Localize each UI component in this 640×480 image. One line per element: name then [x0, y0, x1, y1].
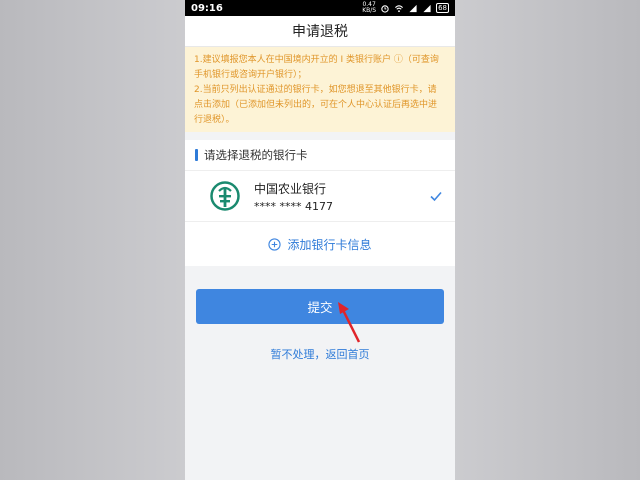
add-bank-card-button[interactable]: 添加银行卡信息 [185, 222, 455, 266]
bank-card-item[interactable]: 中国农业银行 **** **** 4177 [185, 171, 455, 222]
section-title-marker [195, 149, 198, 161]
section-title: 请选择退税的银行卡 [185, 140, 455, 171]
notice-box: 1.建议填报您本人在中国境内开立的 I 类银行账户 ⓘ（可查询手机银行或咨询开户… [185, 47, 455, 132]
plus-circle-icon [268, 237, 282, 251]
net-speed-unit: KB/S [362, 7, 377, 14]
bank-info: 中国农业银行 **** **** 4177 [254, 180, 429, 213]
notice-line-2: 2.当前只列出认证通过的银行卡，如您想退至其他银行卡，请点击添加（已添加但未列出… [194, 85, 438, 125]
signal-icon [409, 4, 417, 12]
submit-wrap: 提交 [185, 289, 455, 324]
abc-bank-logo-icon [210, 181, 240, 211]
bank-name: 中国农业银行 [254, 181, 327, 196]
wifi-icon [395, 4, 404, 12]
battery-icon: 68 [436, 3, 449, 13]
status-bar: 09:16 0.47 KB/S 68 [185, 0, 455, 16]
net-speed: 0.47 KB/S [362, 2, 376, 14]
bank-card-number: **** **** 4177 [254, 199, 333, 213]
alarm-icon [381, 4, 389, 13]
submit-button[interactable]: 提交 [196, 289, 444, 324]
page-title: 申请退税 [185, 16, 455, 47]
notice-line-1: 1.建议填报您本人在中国境内开立的 I 类银行账户 ⓘ（可查询手机银行或咨询开户… [194, 55, 439, 80]
annotation-arrow-icon [338, 302, 361, 343]
checkmark-icon [430, 191, 442, 202]
bank-card-section: 请选择退税的银行卡 中国农业银行 **** **** 4177 添加银行卡信息 [185, 140, 455, 266]
phone-screen: 09:16 0.47 KB/S 68 申请退税 1.建议填报您本人在中国境内开立… [185, 0, 455, 480]
section-title-text: 请选择退税的银行卡 [204, 148, 308, 162]
status-time: 09:16 [191, 2, 223, 14]
add-bank-card-label: 添加银行卡信息 [287, 237, 372, 252]
return-home-link[interactable]: 暂不处理，返回首页 [185, 346, 455, 362]
status-icons: 0.47 KB/S 68 [362, 2, 449, 14]
signal-icon-2 [423, 4, 431, 12]
